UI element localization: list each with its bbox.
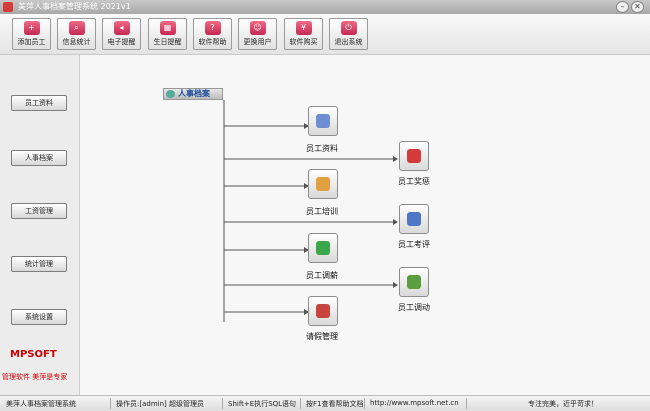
sidebar-item-salary[interactable]: 工资管理 <box>11 203 67 219</box>
sidebar-item-settings[interactable]: 系统设置 <box>11 309 67 325</box>
power-icon: ⏻ <box>340 21 357 35</box>
window-title: 美萍人事档案管理系统 2021v1 <box>18 2 131 11</box>
status-help-hint: 按F1查看帮助文档 <box>306 400 364 408</box>
status-motto: 专注完美，近乎苛求！ <box>528 400 598 408</box>
node-label: 员工调动 <box>398 303 430 312</box>
node-label: 员工培训 <box>306 207 338 216</box>
node-salary-adjust[interactable] <box>308 233 338 263</box>
status-bar: 美萍人事档案管理系统 操作员:[admin] 超级管理员 Shift+E执行SQ… <box>0 395 650 411</box>
toolbar: + 添加员工 ⌕ 信息统计 ◂ 电子提醒 ▦ 生日提醒 ? 软件帮助 ☺ 更换用户 ¥ 软件购… <box>0 14 650 55</box>
node-staff-info[interactable] <box>308 106 338 136</box>
flag-icon <box>407 149 421 163</box>
logo: MPSOFT <box>10 349 57 360</box>
status-url[interactable]: http://www.mpsoft.net.cn <box>370 399 459 407</box>
add-employee-button[interactable]: + 添加员工 <box>12 18 51 50</box>
diagram-header: 人事档案 <box>163 88 223 100</box>
money-icon <box>316 241 330 255</box>
search-icon: ⌕ <box>68 21 85 35</box>
sidebar-item-staff-info[interactable]: 员工资料 <box>11 95 67 111</box>
node-evaluation[interactable] <box>399 204 429 234</box>
status-sql-hint: Shift+E执行SQL语句 <box>228 400 297 408</box>
help-button[interactable]: ? 软件帮助 <box>193 18 232 50</box>
status-app: 美萍人事档案管理系统 <box>6 400 76 408</box>
transfer-icon <box>407 275 421 289</box>
buy-software-button[interactable]: ¥ 软件购买 <box>284 18 323 50</box>
user-switch-icon: ☺ <box>249 21 266 35</box>
node-leave[interactable] <box>308 296 338 326</box>
calendar-icon <box>316 304 330 318</box>
app-window: 美萍人事档案管理系统 2021v1 – ✕ + 添加员工 ⌕ 信息统计 ◂ 电子提醒 … <box>0 0 650 411</box>
training-icon <box>316 177 330 191</box>
node-transfer[interactable] <box>399 267 429 297</box>
status-operator: 操作员:[admin] 超级管理员 <box>116 400 204 408</box>
node-label: 员工资料 <box>306 144 338 153</box>
node-label: 请假管理 <box>306 332 338 341</box>
slogan: 管理软件 美萍是专家 <box>2 373 68 381</box>
help-icon: ? <box>204 21 221 35</box>
e-reminder-button[interactable]: ◂ 电子提醒 <box>102 18 141 50</box>
sidebar-item-statistics[interactable]: 统计管理 <box>11 256 67 272</box>
sidebar: 员工资料 人事档案 工资管理 统计管理 系统设置 <box>0 55 80 395</box>
minimize-button[interactable]: – <box>616 1 629 13</box>
close-button[interactable]: ✕ <box>631 1 644 13</box>
node-training[interactable] <box>308 169 338 199</box>
exit-button[interactable]: ⏻ 退出系统 <box>329 18 368 50</box>
node-reward-punish[interactable] <box>399 141 429 171</box>
calendar-icon: ▦ <box>159 21 176 35</box>
node-label: 员工考评 <box>398 240 430 249</box>
info-stats-button[interactable]: ⌕ 信息统计 <box>57 18 96 50</box>
people-icon <box>166 90 175 98</box>
main-panel <box>80 55 650 395</box>
title-bar[interactable]: 美萍人事档案管理系统 2021v1 – ✕ <box>0 0 650 14</box>
node-label: 员工调薪 <box>306 271 338 280</box>
sidebar-item-hr-archive[interactable]: 人事档案 <box>11 150 67 166</box>
yen-icon: ¥ <box>295 21 312 35</box>
add-user-icon: + <box>23 21 40 35</box>
evaluation-icon <box>407 212 421 226</box>
birthday-reminder-button[interactable]: ▦ 生日提醒 <box>148 18 187 50</box>
document-icon <box>316 114 330 128</box>
switch-user-button[interactable]: ☺ 更换用户 <box>238 18 277 50</box>
speaker-icon: ◂ <box>113 21 130 35</box>
node-label: 员工奖惩 <box>398 177 430 186</box>
app-icon <box>3 2 13 12</box>
